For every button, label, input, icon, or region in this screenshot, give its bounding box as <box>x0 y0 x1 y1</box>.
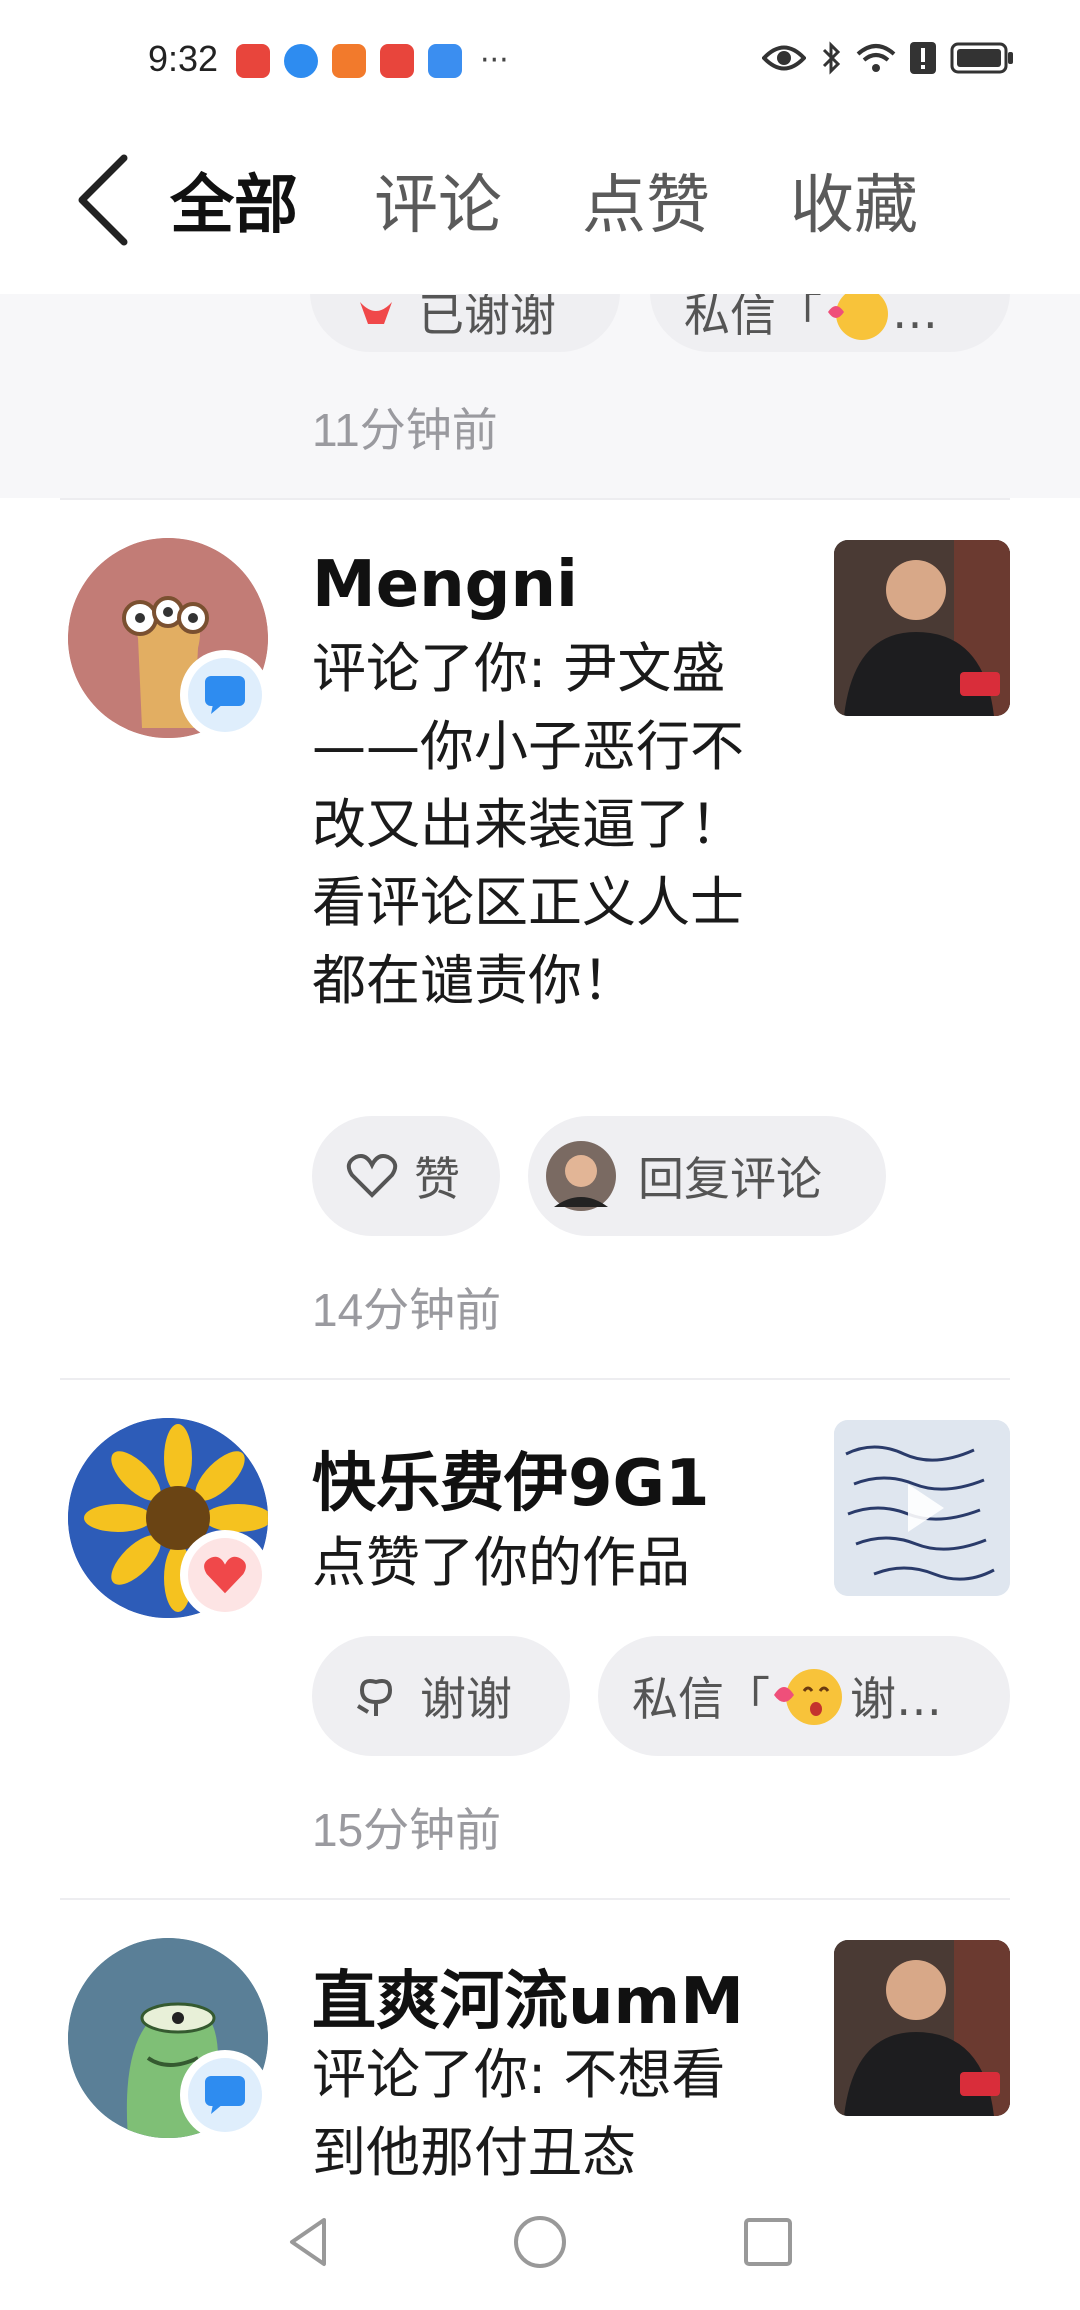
video-thumbnail[interactable] <box>834 1420 1010 1596</box>
thumbnail-image <box>834 540 1010 716</box>
private-message-label: 私信「 <box>632 1672 770 1726</box>
ellipsis: 谢… <box>850 1672 942 1726</box>
username[interactable]: Mengni <box>312 548 578 622</box>
comment-icon <box>205 676 245 714</box>
private-message-button[interactable]: 私信「 谢… <box>598 1636 1010 1756</box>
status-app-icons: ··· <box>236 44 509 78</box>
cloud-icon <box>428 44 462 78</box>
notification-item-partial: 已谢谢 私信「 … 11分钟前 <box>0 294 1080 498</box>
divider <box>60 1898 1010 1900</box>
tab-likes[interactable]: 点赞 <box>582 154 710 246</box>
back-button[interactable] <box>70 150 140 250</box>
like-button[interactable]: 赞 <box>312 1116 500 1236</box>
reply-label: 回复评论 <box>638 1152 822 1206</box>
divider <box>60 498 1010 500</box>
like-badge <box>180 1530 270 1620</box>
nav-home-icon[interactable] <box>510 2212 570 2272</box>
timestamp: 14分钟前 <box>312 1284 502 1336</box>
video-app-icon <box>332 44 366 78</box>
avatar-small <box>546 1141 616 1211</box>
status-indicators <box>762 40 1014 76</box>
thanks-label: 谢谢 <box>420 1672 512 1726</box>
thanks-icon <box>360 302 392 324</box>
notification-message: 评论了你: 不想看到他那付丑态 <box>312 2043 726 2184</box>
thanks-button[interactable]: 谢谢 <box>312 1636 570 1756</box>
battery-icon <box>950 42 1013 74</box>
bluetooth-icon <box>822 41 841 75</box>
system-nav-bar <box>0 2190 1080 2310</box>
tab-favorites[interactable]: 收藏 <box>790 154 918 246</box>
tab-all[interactable]: 全部 <box>170 154 298 246</box>
ellipsis: … <box>892 294 938 339</box>
eye-icon <box>762 45 806 71</box>
video-thumbnail[interactable] <box>834 540 1010 716</box>
thumbnail-image <box>834 1420 1010 1596</box>
thanks-outline-icon <box>356 1679 393 1716</box>
nav-back-icon[interactable] <box>280 2212 340 2272</box>
nav-recents-icon[interactable] <box>738 2212 798 2272</box>
heart-outline-icon <box>346 1154 398 1198</box>
timestamp: 15分钟前 <box>312 1804 502 1856</box>
timestamp: 11分钟前 <box>312 404 498 456</box>
tab-comments[interactable]: 评论 <box>374 154 502 246</box>
more-notifications-icon: ··· <box>480 43 509 78</box>
video-thumbnail[interactable] <box>834 1940 1010 2116</box>
huawei-store-icon <box>236 44 270 78</box>
like-label: 赞 <box>414 1152 460 1206</box>
username[interactable]: 直爽河流umM <box>312 1950 744 2042</box>
header: 全部 评论 点赞 收藏 <box>0 120 1080 294</box>
wifi-icon <box>856 44 896 72</box>
thanked-button[interactable]: 已谢谢 <box>310 294 620 352</box>
divider <box>60 1378 1010 1380</box>
heart-icon <box>204 1556 246 1594</box>
username[interactable]: 快乐费伊9G1 <box>312 1432 710 1524</box>
comment-icon <box>205 2076 245 2114</box>
comment-badge <box>180 650 270 740</box>
huawei-app-icon <box>380 44 414 78</box>
private-message-label: 私信「 <box>684 294 822 342</box>
comment-badge <box>180 2050 270 2140</box>
status-time: 9:32 <box>148 38 219 79</box>
reply-comment-button[interactable]: 回复评论 <box>528 1116 886 1236</box>
kiss-emoji-icon <box>828 294 888 340</box>
private-message-button[interactable]: 私信「 … <box>650 294 1010 352</box>
alert-icon <box>910 42 936 74</box>
browser-icon <box>284 44 318 78</box>
notification-message: 点赞了你的作品 <box>312 1531 690 1594</box>
status-bar: 9:32 ··· <box>0 0 1080 120</box>
notification-message: 评论了你: 尹文盛——你小子恶行不改又出来装逼了！看评论区正义人士都在谴责你！ <box>312 637 744 1012</box>
thanked-label: 已谢谢 <box>418 294 556 342</box>
kiss-emoji-icon <box>774 1669 842 1725</box>
thumbnail-image <box>834 1940 1010 2116</box>
